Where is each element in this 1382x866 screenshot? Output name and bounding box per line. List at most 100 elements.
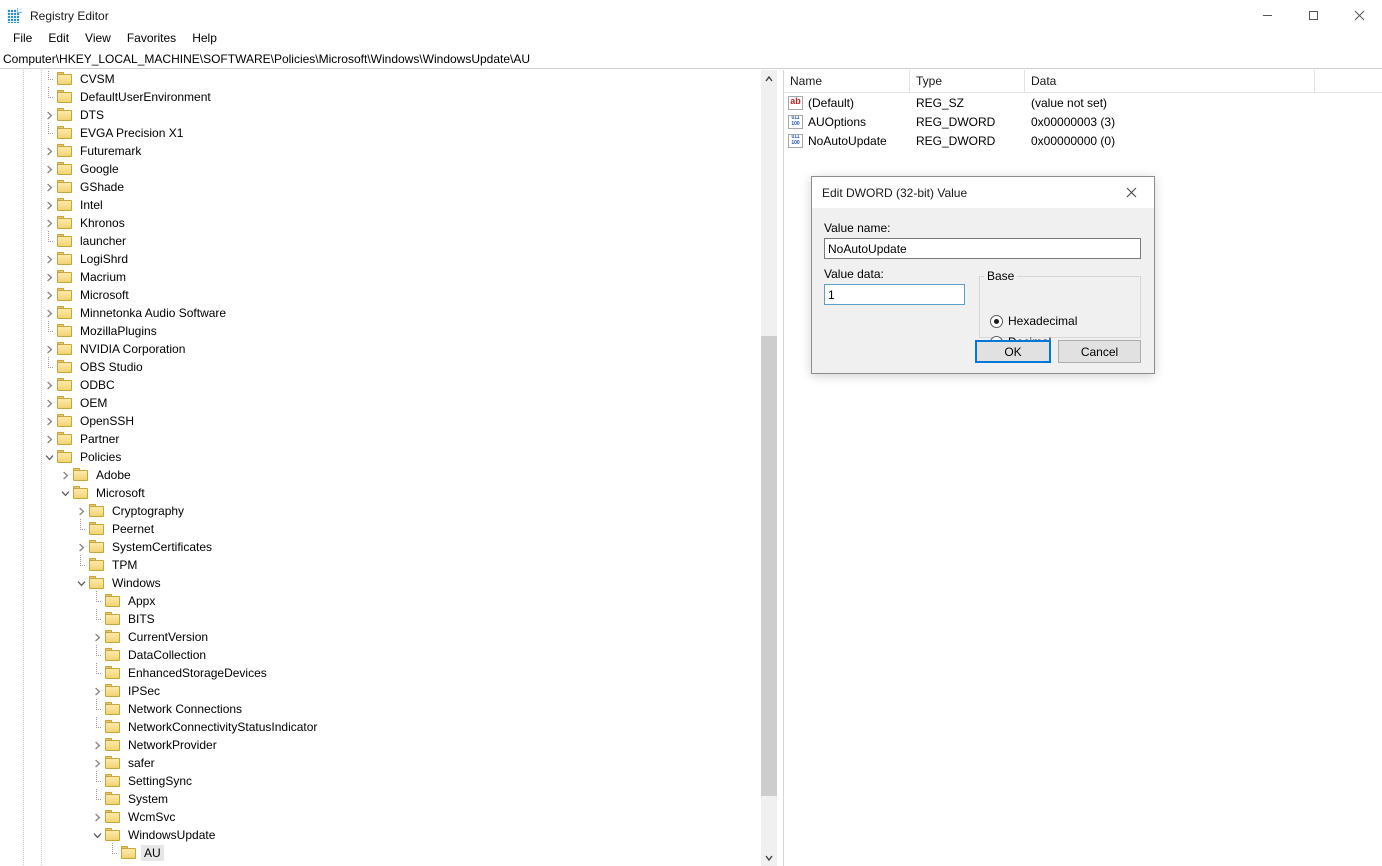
tree-item[interactable]: AU: [0, 843, 755, 862]
chevron-right-icon[interactable]: [41, 376, 57, 394]
tree-item[interactable]: CVSM: [0, 70, 755, 88]
chevron-right-icon[interactable]: [41, 340, 57, 358]
chevron-right-icon[interactable]: [73, 538, 89, 556]
menu-edit[interactable]: Edit: [40, 28, 77, 48]
chevron-right-icon[interactable]: [41, 304, 57, 322]
tree-item[interactable]: Minnetonka Audio Software: [0, 304, 755, 322]
chevron-right-icon[interactable]: [41, 142, 57, 160]
tree-item[interactable]: DataCollection: [0, 645, 755, 664]
chevron-right-icon[interactable]: [41, 394, 57, 412]
tree-item[interactable]: OBS Studio: [0, 357, 755, 376]
tree-item[interactable]: Intel: [0, 196, 755, 214]
value-data-input[interactable]: [824, 284, 965, 305]
tree-item[interactable]: Policies: [0, 448, 755, 466]
menu-view[interactable]: View: [77, 28, 119, 48]
tree-item[interactable]: Microsoft: [0, 286, 755, 304]
chevron-right-icon[interactable]: [41, 214, 57, 232]
tree-scrollbar[interactable]: [761, 70, 777, 866]
tree-item[interactable]: MozillaPlugins: [0, 321, 755, 340]
cancel-button[interactable]: Cancel: [1058, 340, 1141, 363]
dialog-close-button[interactable]: [1109, 177, 1154, 207]
column-header-data[interactable]: Data: [1025, 69, 1315, 93]
chevron-right-icon[interactable]: [57, 466, 73, 484]
tree-item[interactable]: BITS: [0, 609, 755, 628]
tree-item[interactable]: LogiShrd: [0, 250, 755, 268]
tree-item[interactable]: Google: [0, 160, 755, 178]
value-row[interactable]: (Default) REG_SZ (value not set): [784, 93, 1382, 112]
chevron-right-icon[interactable]: [41, 178, 57, 196]
tree-item[interactable]: GShade: [0, 178, 755, 196]
chevron-down-icon[interactable]: [57, 484, 73, 502]
tree-item[interactable]: Cryptography: [0, 502, 755, 520]
tree-item[interactable]: Microsoft: [0, 484, 755, 502]
tree-item[interactable]: WcmSvc: [0, 808, 755, 826]
chevron-down-icon[interactable]: [73, 574, 89, 592]
tree-item[interactable]: SystemCertificates: [0, 538, 755, 556]
chevron-right-icon[interactable]: [41, 250, 57, 268]
chevron-right-icon[interactable]: [89, 628, 105, 646]
value-row[interactable]: NoAutoUpdate REG_DWORD 0x00000000 (0): [784, 131, 1382, 150]
chevron-right-icon[interactable]: [41, 412, 57, 430]
tree-item[interactable]: Macrium: [0, 268, 755, 286]
chevron-right-icon[interactable]: [73, 502, 89, 520]
tree-item[interactable]: NetworkProvider: [0, 736, 755, 754]
value-name-text: AUOptions: [808, 114, 867, 129]
tree-item[interactable]: EVGA Precision X1: [0, 123, 755, 142]
tree-item[interactable]: Khronos: [0, 214, 755, 232]
tree-item[interactable]: System: [0, 789, 755, 808]
tree-item[interactable]: Futuremark: [0, 142, 755, 160]
column-header-type[interactable]: Type: [910, 69, 1025, 93]
folder-icon: [105, 630, 121, 644]
tree-item[interactable]: NVIDIA Corporation: [0, 340, 755, 358]
chevron-right-icon[interactable]: [89, 754, 105, 772]
chevron-right-icon[interactable]: [41, 160, 57, 178]
chevron-down-icon[interactable]: [41, 448, 57, 466]
ok-button[interactable]: OK: [975, 340, 1051, 363]
menu-help[interactable]: Help: [184, 28, 225, 48]
tree-item[interactable]: SettingSync: [0, 771, 755, 790]
tree-item[interactable]: OEM: [0, 394, 755, 412]
tree-item[interactable]: safer: [0, 754, 755, 772]
tree-item[interactable]: Partner: [0, 430, 755, 448]
value-name-input[interactable]: [824, 238, 1141, 259]
tree-item[interactable]: launcher: [0, 231, 755, 250]
value-row[interactable]: AUOptions REG_DWORD 0x00000003 (3): [784, 112, 1382, 131]
chevron-right-icon[interactable]: [41, 106, 57, 124]
chevron-right-icon[interactable]: [41, 286, 57, 304]
scroll-down-button[interactable]: [761, 849, 777, 866]
tree-item[interactable]: EnhancedStorageDevices: [0, 663, 755, 682]
tree-item[interactable]: CurrentVersion: [0, 628, 755, 646]
tree-item[interactable]: NetworkConnectivityStatusIndicator: [0, 717, 755, 736]
menu-favorites[interactable]: Favorites: [119, 28, 184, 48]
address-bar[interactable]: Computer\HKEY_LOCAL_MACHINE\SOFTWARE\Pol…: [0, 49, 1382, 69]
chevron-right-icon[interactable]: [89, 736, 105, 754]
radio-hexadecimal-indicator: [990, 314, 1003, 328]
column-header-name[interactable]: Name: [784, 69, 910, 93]
tree-item[interactable]: ODBC: [0, 376, 755, 394]
tree-item[interactable]: IPSec: [0, 682, 755, 700]
tree-item[interactable]: DTS: [0, 106, 755, 124]
chevron-right-icon[interactable]: [41, 430, 57, 448]
tree-item[interactable]: Windows: [0, 574, 755, 592]
tree-item[interactable]: Peernet: [0, 519, 755, 538]
chevron-right-icon[interactable]: [89, 682, 105, 700]
tree-item[interactable]: OpenSSH: [0, 412, 755, 430]
chevron-right-icon[interactable]: [89, 808, 105, 826]
tree-item[interactable]: Network Connections: [0, 699, 755, 718]
tree-item[interactable]: Appx: [0, 591, 755, 610]
registry-tree-pane[interactable]: CVSM DefaultUserEnvironment DTS EVGA Precis…: [0, 70, 761, 866]
tree-item[interactable]: TPM: [0, 555, 755, 574]
scrollbar-thumb[interactable]: [761, 336, 777, 796]
tree-item[interactable]: WindowsUpdate: [0, 826, 755, 844]
scroll-up-button[interactable]: [761, 70, 777, 87]
radio-hexadecimal[interactable]: Hexadecimal: [990, 314, 1077, 328]
chevron-right-icon[interactable]: [41, 196, 57, 214]
chevron-right-icon[interactable]: [41, 268, 57, 286]
column-header-extra[interactable]: [1315, 70, 1382, 93]
tree-item[interactable]: Adobe: [0, 466, 755, 484]
menu-file[interactable]: File: [5, 28, 40, 48]
chevron-down-icon[interactable]: [89, 826, 105, 844]
tree-item[interactable]: DefaultUserEnvironment: [0, 87, 755, 106]
